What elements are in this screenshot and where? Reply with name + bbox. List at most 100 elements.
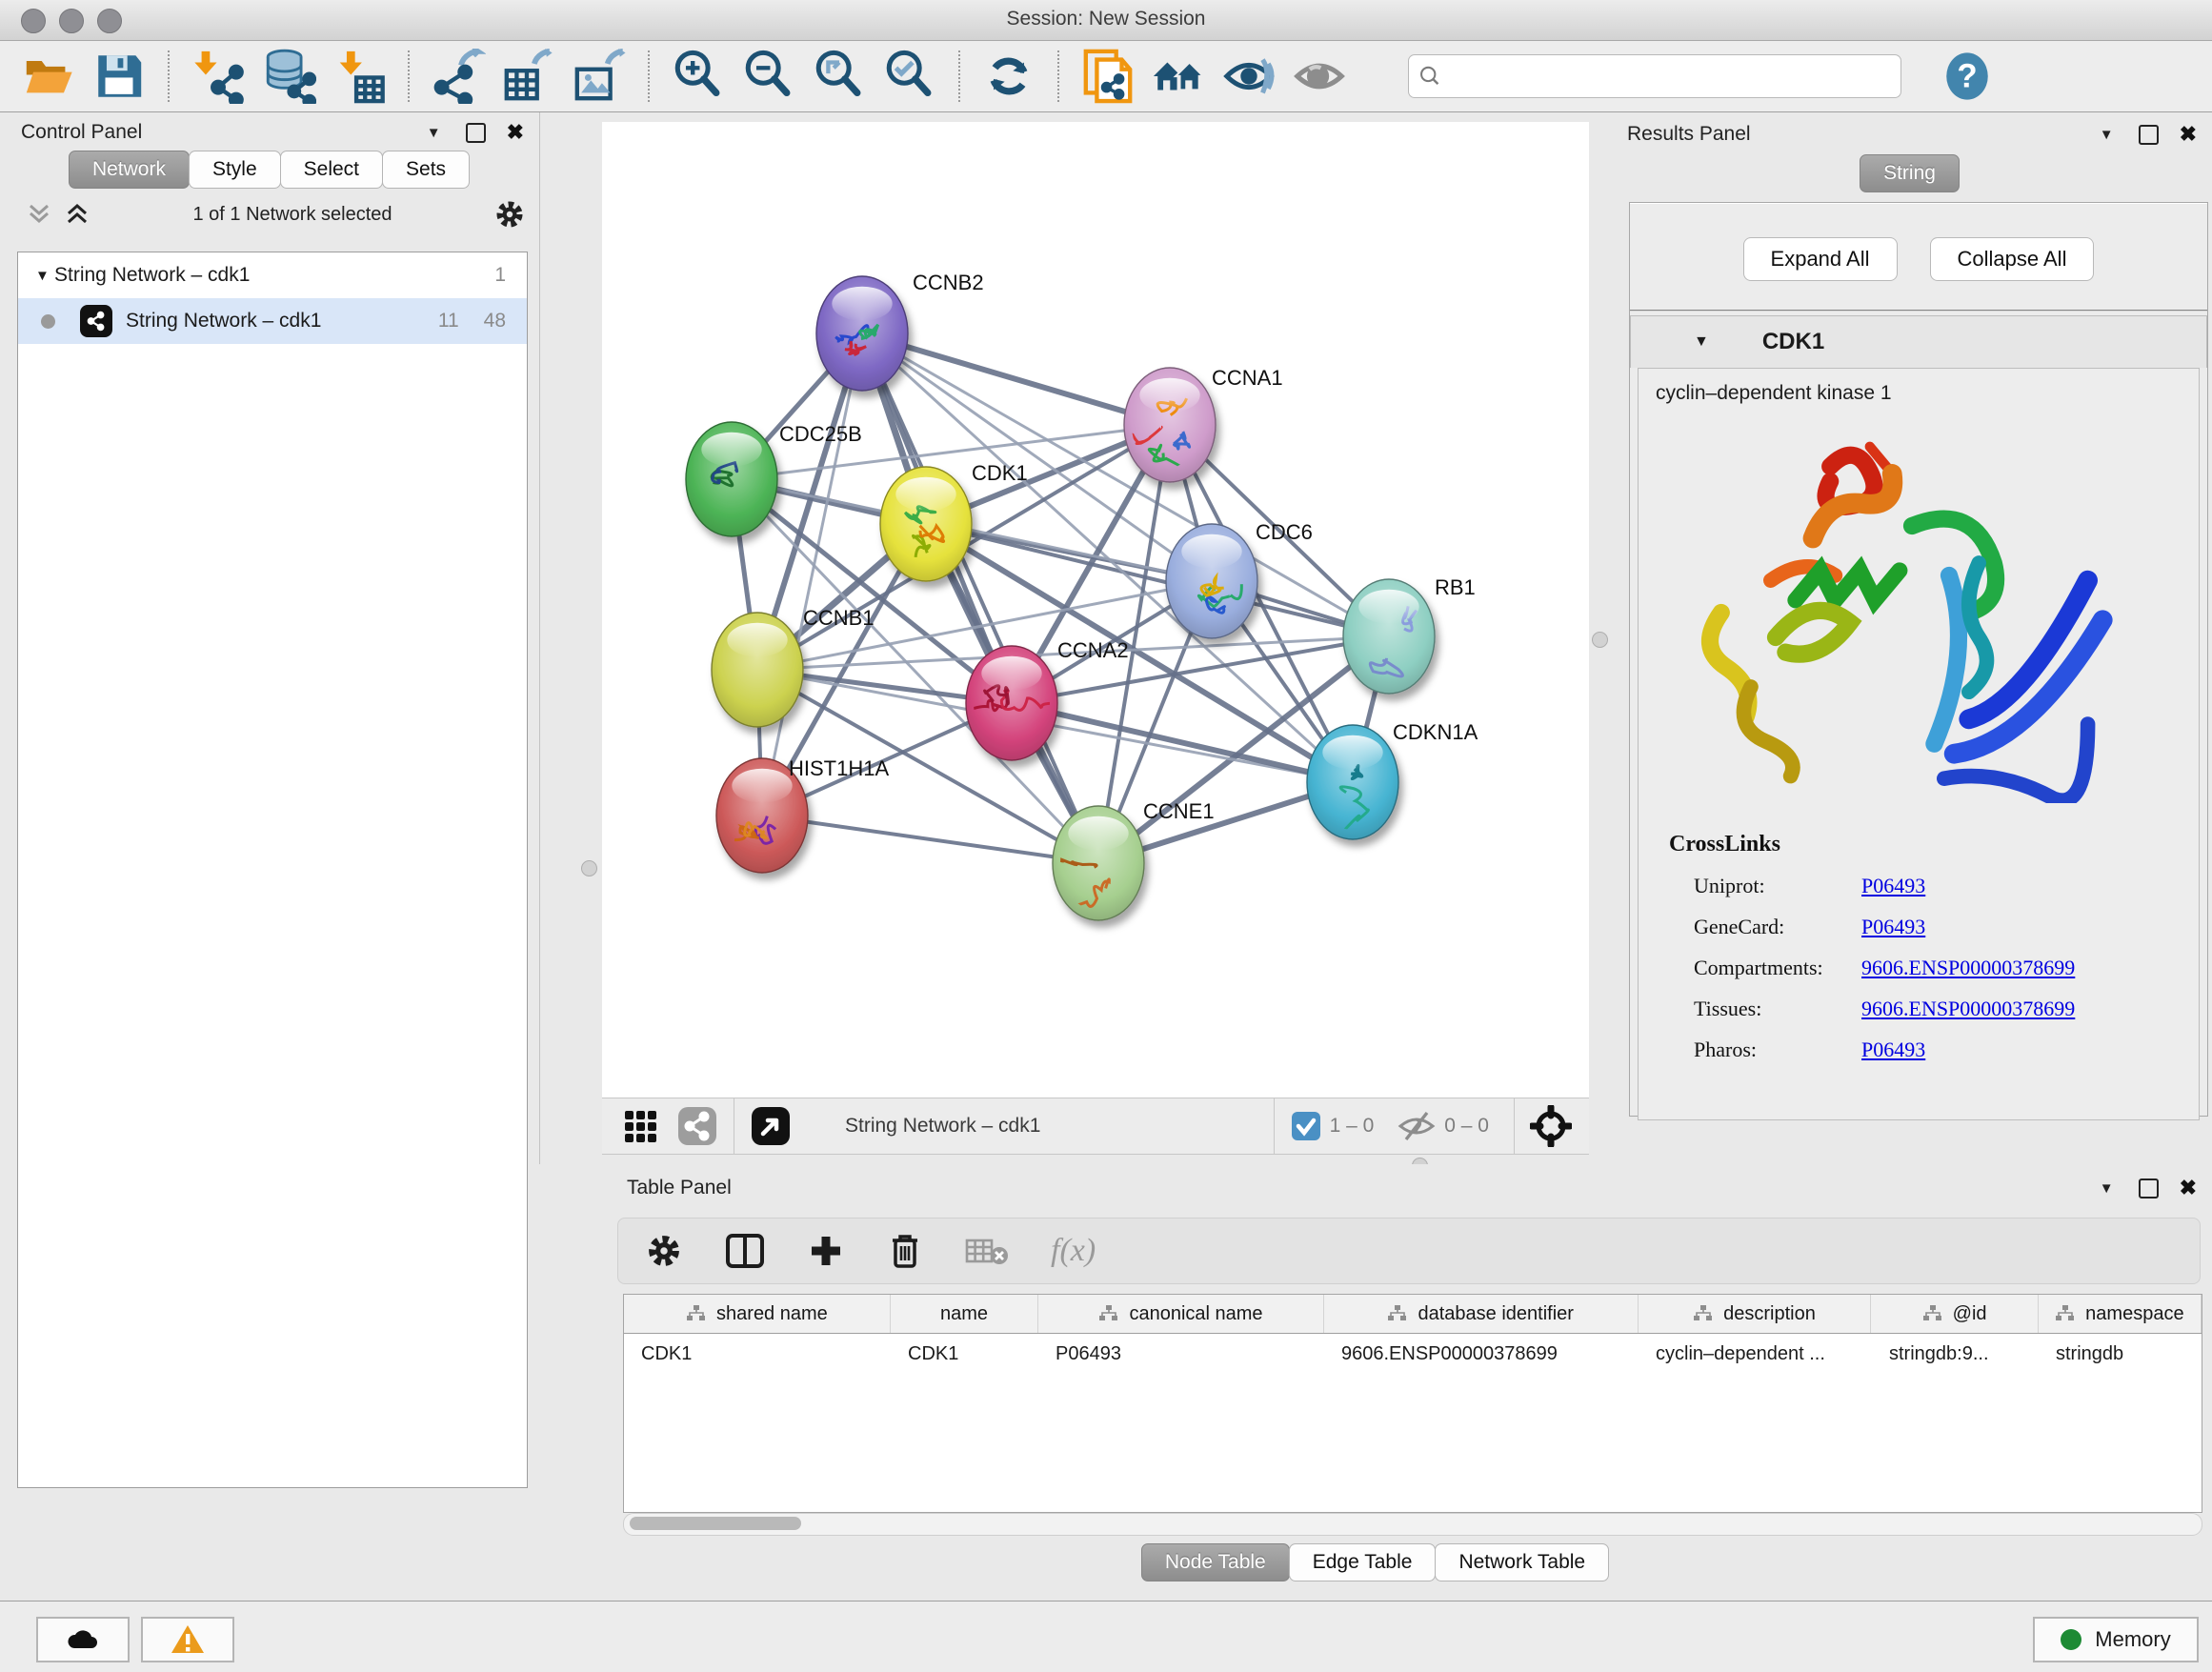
crosslink-link[interactable]: P06493 <box>1861 915 1925 939</box>
hidden-eye-icon[interactable] <box>1397 1109 1437 1143</box>
node-CCNB2[interactable] <box>816 276 908 391</box>
tab-select[interactable]: Select <box>280 151 383 189</box>
help-icon[interactable]: ? <box>1940 49 1995 104</box>
search-input[interactable] <box>1442 65 1892 89</box>
function-builder-icon[interactable]: f(x) <box>1051 1233 1096 1269</box>
tab-string[interactable]: String <box>1860 154 1960 192</box>
zoom-selected-icon[interactable] <box>882 49 937 104</box>
edge-CCNB2-CCNA1[interactable] <box>862 333 1170 425</box>
node-CDKN1A[interactable] <box>1307 725 1398 839</box>
splitter-handle-left[interactable] <box>581 860 597 876</box>
refresh-icon[interactable] <box>981 49 1036 104</box>
column-header-1[interactable]: name <box>891 1295 1038 1333</box>
gene-section-header[interactable]: ▼ CDK1 <box>1630 315 2207 368</box>
edge-CCNA2-CDKN1A[interactable] <box>1012 703 1353 782</box>
eye-slash-blue-icon[interactable] <box>1221 49 1277 104</box>
crosslink-link[interactable]: 9606.ENSP00000378699 <box>1861 956 2075 980</box>
tab-network-table[interactable]: Network Table <box>1435 1543 1609 1581</box>
zoom-fit-icon[interactable] <box>812 49 867 104</box>
birds-eye-icon[interactable] <box>1530 1105 1572 1147</box>
memory-button[interactable]: Memory <box>2033 1617 2199 1662</box>
network-collection-row[interactable]: ▼ String Network – cdk1 1 <box>18 252 527 298</box>
zoom-in-icon[interactable] <box>671 49 726 104</box>
edge-HIST1H1A-CCNE1[interactable] <box>762 816 1098 863</box>
tab-sets[interactable]: Sets <box>382 151 470 189</box>
scrollbar-thumb[interactable] <box>630 1517 801 1530</box>
collapse-all-button[interactable]: Collapse All <box>1930 237 2095 281</box>
open-in-window-icon[interactable] <box>750 1105 792 1147</box>
panel-close-icon[interactable]: ✖ <box>507 120 524 145</box>
search-box[interactable] <box>1408 54 1901 98</box>
node-CDK1[interactable] <box>880 467 972 581</box>
import-database-icon[interactable] <box>261 49 316 104</box>
eye-gray-icon[interactable] <box>1292 49 1347 104</box>
panel-float-icon[interactable] <box>2139 125 2159 145</box>
node-CCNA2[interactable] <box>966 646 1057 760</box>
copy-network-icon[interactable] <box>1080 49 1136 104</box>
tab-network[interactable]: Network <box>69 151 190 189</box>
crosslink-link[interactable]: 9606.ENSP00000378699 <box>1861 997 2075 1021</box>
section-collapse-icon[interactable]: ▼ <box>1694 333 1709 351</box>
table-cell[interactable]: CDK1 <box>624 1334 891 1374</box>
expand-all-icon[interactable] <box>63 202 91 227</box>
column-header-3[interactable]: database identifier <box>1324 1295 1639 1333</box>
table-horizontal-scrollbar[interactable] <box>623 1513 2202 1536</box>
table-cell[interactable]: stringdb <box>2039 1334 2202 1374</box>
save-session-icon[interactable] <box>91 49 147 104</box>
delete-column-icon[interactable] <box>887 1231 923 1271</box>
export-table-icon[interactable] <box>501 49 556 104</box>
tab-style[interactable]: Style <box>189 151 281 189</box>
tree-expander-icon[interactable]: ▼ <box>35 268 54 284</box>
column-header-2[interactable]: canonical name <box>1038 1295 1324 1333</box>
splitter-handle-right[interactable] <box>1592 632 1608 648</box>
column-header-5[interactable]: @id <box>1871 1295 2038 1333</box>
column-header-4[interactable]: description <box>1639 1295 1872 1333</box>
edge-CCNB2-CCNE1[interactable] <box>862 333 1098 863</box>
network-badge-icon[interactable] <box>676 1105 718 1147</box>
table-row[interactable]: CDK1CDK1P064939606.ENSP00000378699cyclin… <box>624 1334 2202 1374</box>
node-CDC6[interactable] <box>1166 524 1257 638</box>
node-CCNB1[interactable] <box>712 613 803 727</box>
grid-view-icon[interactable] <box>621 1107 659 1145</box>
panel-close-icon[interactable]: ✖ <box>2180 122 2197 147</box>
gear-icon[interactable] <box>493 198 526 231</box>
export-image-icon[interactable] <box>572 49 627 104</box>
panel-float-icon[interactable] <box>466 123 486 143</box>
panel-menu-arrow-icon[interactable]: ▼ <box>2100 127 2114 143</box>
node-CCNA1[interactable] <box>1124 368 1216 482</box>
table-cell[interactable]: stringdb:9... <box>1872 1334 2039 1374</box>
first-neighbors-icon[interactable] <box>1151 49 1206 104</box>
table-cell[interactable]: P06493 <box>1038 1334 1324 1374</box>
column-header-0[interactable]: shared name <box>624 1295 891 1333</box>
export-network-icon[interactable] <box>431 49 486 104</box>
import-table-icon[interactable] <box>332 49 387 104</box>
zoom-out-icon[interactable] <box>741 49 796 104</box>
column-header-6[interactable]: namespace <box>2039 1295 2202 1333</box>
import-network-icon[interactable] <box>191 49 246 104</box>
node-CDC25B[interactable] <box>686 422 777 536</box>
warnings-button[interactable] <box>141 1617 234 1662</box>
panel-menu-arrow-icon[interactable]: ▼ <box>427 125 441 141</box>
node-CCNE1[interactable] <box>1041 806 1144 920</box>
panel-menu-arrow-icon[interactable]: ▼ <box>2100 1180 2114 1197</box>
tab-edge-table[interactable]: Edge Table <box>1289 1543 1437 1581</box>
table-cell[interactable]: 9606.ENSP00000378699 <box>1324 1334 1639 1374</box>
node-RB1[interactable] <box>1343 579 1435 694</box>
panel-float-icon[interactable] <box>2139 1178 2159 1199</box>
collapse-all-icon[interactable] <box>25 202 53 227</box>
panel-close-icon[interactable]: ✖ <box>2180 1176 2197 1200</box>
network-canvas[interactable]: CCNB2CCNA1CDC25BCDK1CDC6RB1CCNB1CCNA2CDK… <box>602 122 1589 1098</box>
crosslink-link[interactable]: P06493 <box>1861 874 1925 898</box>
cloud-button[interactable] <box>36 1617 130 1662</box>
crosslink-link[interactable]: P06493 <box>1861 1037 1925 1062</box>
selected-checkbox-icon[interactable] <box>1290 1110 1322 1142</box>
edge-CDK1-RB1[interactable] <box>926 524 1389 636</box>
table-cell[interactable]: cyclin–dependent ... <box>1639 1334 1872 1374</box>
table-options-gear-icon[interactable] <box>645 1232 683 1270</box>
network-row[interactable]: String Network – cdk1 11 48 <box>18 298 527 344</box>
expand-all-button[interactable]: Expand All <box>1743 237 1898 281</box>
tab-node-table[interactable]: Node Table <box>1141 1543 1290 1581</box>
table-cell[interactable]: CDK1 <box>891 1334 1038 1374</box>
delete-table-icon[interactable] <box>965 1235 1009 1267</box>
show-columns-icon[interactable] <box>725 1232 765 1270</box>
